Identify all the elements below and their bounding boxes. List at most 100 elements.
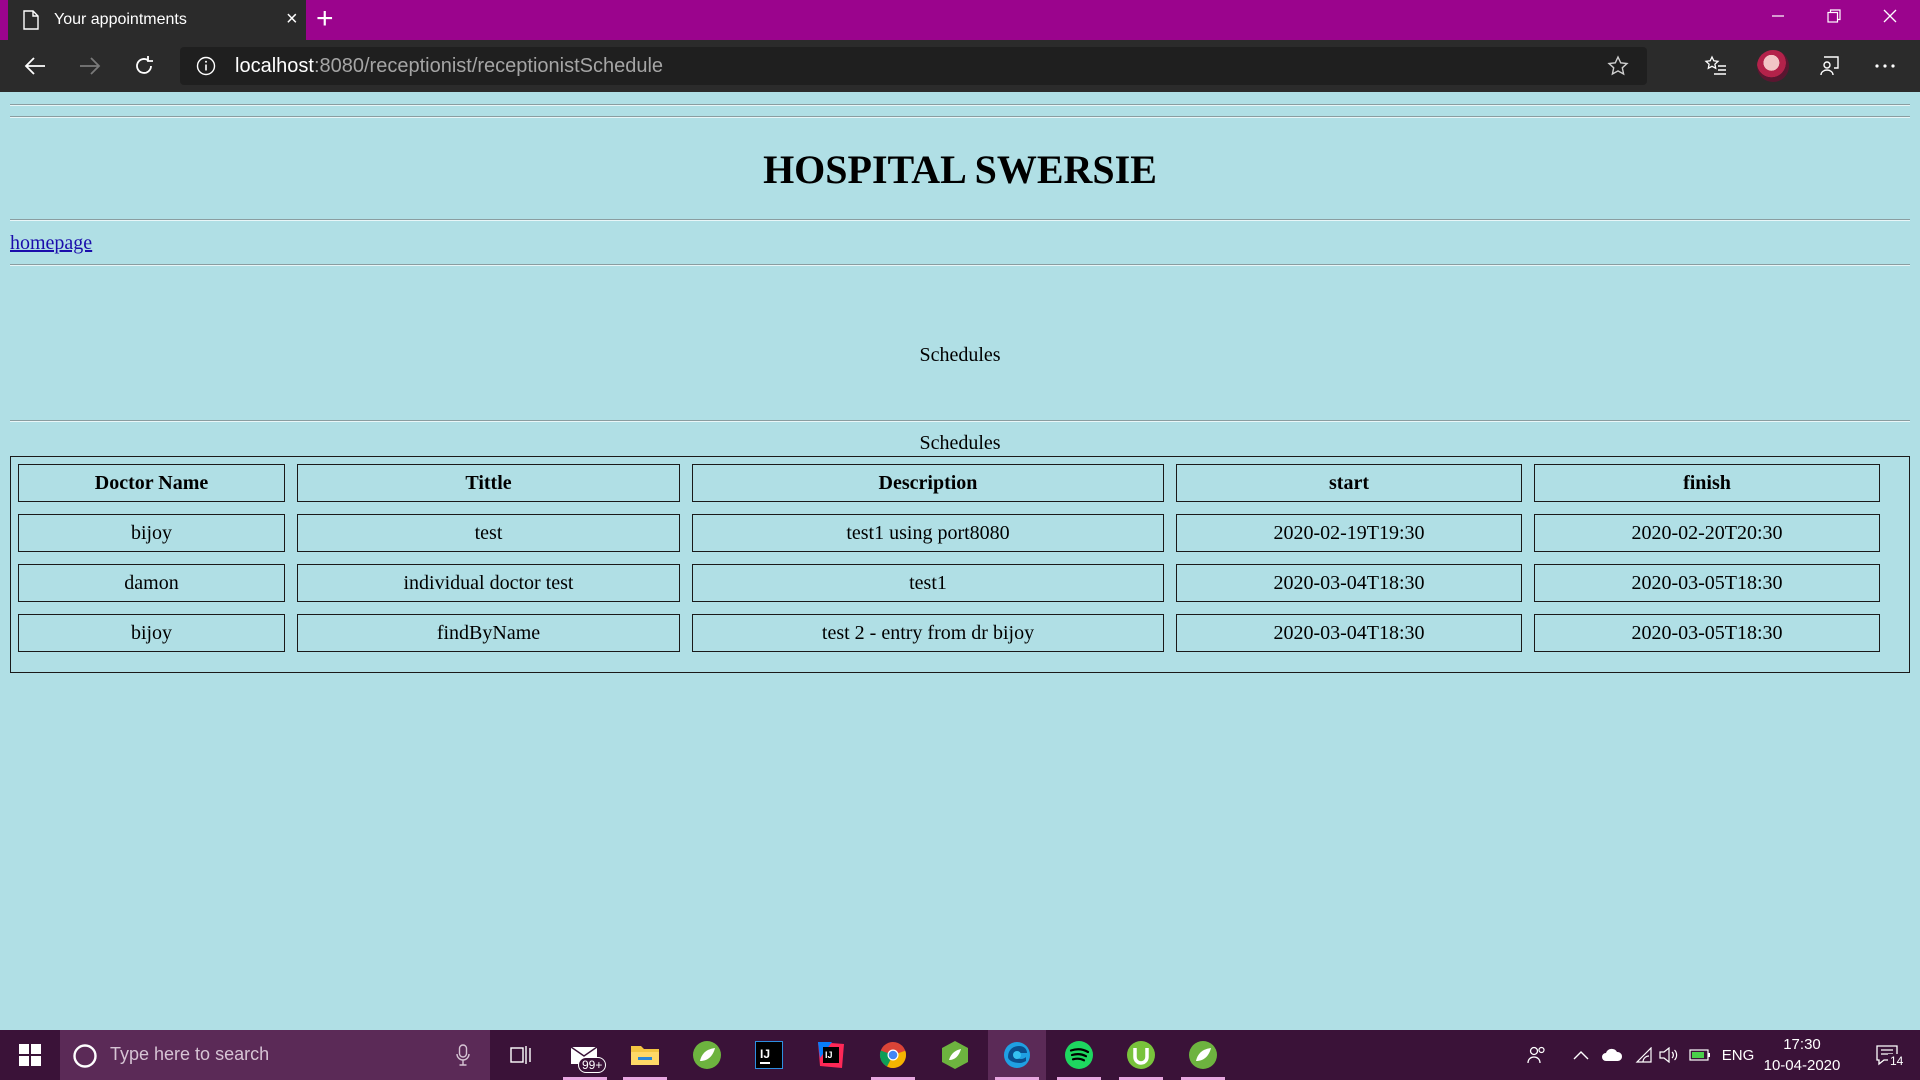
- table-header-row: Doctor Name Tittle Description start fin…: [18, 464, 1880, 502]
- cell-doctor-name: damon: [18, 564, 285, 602]
- battery-icon[interactable]: [1686, 1030, 1714, 1080]
- cell-start: 2020-02-19T19:30: [1176, 514, 1522, 552]
- url-path: :8080/receptionist/receptionistSchedule: [313, 55, 664, 77]
- edge-browser-button[interactable]: [988, 1030, 1046, 1080]
- notification-count-badge: 14: [1888, 1054, 1906, 1068]
- cell-start: 2020-03-04T18:30: [1176, 614, 1522, 652]
- favorite-star-icon[interactable]: [1607, 55, 1629, 82]
- onedrive-cloud-icon[interactable]: [1598, 1030, 1626, 1080]
- schedules-table: Doctor Name Tittle Description start fin…: [6, 452, 1892, 664]
- minimize-button[interactable]: [1750, 0, 1806, 32]
- tab-close-icon[interactable]: ×: [286, 9, 298, 29]
- chrome-button[interactable]: [864, 1030, 922, 1080]
- folder-icon: [631, 1046, 659, 1065]
- url-text[interactable]: localhost:8080/receptionist/receptionist…: [235, 55, 663, 78]
- cell-tittle: test: [297, 514, 680, 552]
- mail-unread-badge: 99+: [578, 1057, 607, 1073]
- wifi-icon[interactable]: [1630, 1030, 1656, 1080]
- spring-tool-button[interactable]: [678, 1030, 736, 1080]
- divider: [10, 104, 1910, 106]
- favorites-icon[interactable]: [1700, 50, 1732, 82]
- windows-taskbar: Type here to search 99+ IJ IJ ENG 17:30 …: [0, 1030, 1920, 1080]
- divider: [10, 116, 1910, 118]
- taskbar-clock[interactable]: 17:30 10-04-2020: [1762, 1034, 1842, 1076]
- back-button[interactable]: [19, 50, 51, 82]
- column-header-description: Description: [692, 464, 1164, 502]
- schedules-table-frame: Doctor Name Tittle Description start fin…: [10, 456, 1910, 673]
- utorrent-icon: [1127, 1041, 1155, 1069]
- spring-leaf-icon: [1189, 1041, 1217, 1069]
- utorrent-button[interactable]: [1112, 1030, 1170, 1080]
- people-icon[interactable]: [1522, 1030, 1552, 1080]
- intellij-variant-button[interactable]: IJ: [802, 1030, 860, 1080]
- start-button[interactable]: [0, 1030, 60, 1080]
- task-view-icon: [510, 1046, 531, 1064]
- spring-tool-2-button[interactable]: [926, 1030, 984, 1080]
- forward-button[interactable]: [74, 50, 106, 82]
- divider: [10, 420, 1910, 422]
- refresh-button[interactable]: [128, 50, 160, 82]
- page-title: HOSPITAL SWERSIE: [763, 147, 1157, 192]
- cell-description: test1 using port8080: [692, 514, 1164, 552]
- clock-time: 17:30: [1783, 1036, 1821, 1053]
- divider: [10, 264, 1910, 266]
- cell-doctor-name: bijoy: [18, 514, 285, 552]
- restore-button[interactable]: [1806, 0, 1862, 32]
- cell-start: 2020-03-04T18:30: [1176, 564, 1522, 602]
- edge-icon: [1004, 1042, 1030, 1068]
- new-tab-button[interactable]: +: [316, 4, 334, 34]
- intellij-icon: IJ: [755, 1041, 783, 1069]
- input-language-indicator[interactable]: ENG: [1718, 1030, 1758, 1080]
- column-header-start: start: [1176, 464, 1522, 502]
- cell-description: test 2 - entry from dr bijoy: [692, 614, 1164, 652]
- url-host: localhost: [235, 55, 314, 77]
- homepage-link[interactable]: homepage: [10, 232, 92, 255]
- profile-avatar[interactable]: [1757, 50, 1789, 82]
- search-placeholder: Type here to search: [110, 1044, 270, 1064]
- spotify-icon: [1065, 1041, 1093, 1069]
- column-header-doctor-name: Doctor Name: [18, 464, 285, 502]
- mail-app-button[interactable]: 99+: [556, 1030, 614, 1080]
- chrome-icon: [879, 1042, 906, 1068]
- address-bar[interactable]: localhost:8080/receptionist/receptionist…: [180, 47, 1647, 85]
- spring-tool-icon: [942, 1041, 968, 1069]
- page-document-icon: [22, 10, 40, 35]
- svg-text:IJ: IJ: [825, 1050, 833, 1060]
- cell-finish: 2020-03-05T18:30: [1534, 614, 1880, 652]
- clock-date: 10-04-2020: [1763, 1057, 1841, 1074]
- browser-tab[interactable]: Your appointments ×: [8, 0, 306, 40]
- table-row: bijoy test test1 using port8080 2020-02-…: [18, 514, 1880, 552]
- intellij-button[interactable]: IJ: [740, 1030, 798, 1080]
- table-row: bijoy findByName test 2 - entry from dr …: [18, 614, 1880, 652]
- cell-tittle: findByName: [297, 614, 680, 652]
- volume-icon[interactable]: [1656, 1030, 1682, 1080]
- cell-description: test1: [692, 564, 1164, 602]
- more-options-icon[interactable]: [1869, 50, 1901, 82]
- cell-doctor-name: bijoy: [18, 614, 285, 652]
- file-explorer-button[interactable]: [616, 1030, 674, 1080]
- table-row: damon individual doctor test test1 2020-…: [18, 564, 1880, 602]
- cortana-icon[interactable]: [72, 1043, 98, 1074]
- cell-finish: 2020-03-05T18:30: [1534, 564, 1880, 602]
- spotify-button[interactable]: [1050, 1030, 1108, 1080]
- task-view-button[interactable]: [492, 1030, 550, 1080]
- action-center-button[interactable]: 14: [1862, 1030, 1912, 1080]
- microphone-icon[interactable]: [456, 1044, 470, 1071]
- schedules-heading: Schedules: [919, 344, 1001, 366]
- share-feedback-icon[interactable]: [1813, 50, 1845, 82]
- browser-toolbar: localhost:8080/receptionist/receptionist…: [0, 40, 1920, 92]
- page-content: HOSPITAL SWERSIE homepage Schedules Sche…: [0, 92, 1920, 1030]
- divider: [10, 219, 1910, 221]
- windows-logo-icon: [19, 1044, 41, 1066]
- spring-app-button[interactable]: [1174, 1030, 1232, 1080]
- taskbar-search-box[interactable]: Type here to search: [60, 1030, 490, 1080]
- column-header-finish: finish: [1534, 464, 1880, 502]
- site-info-icon[interactable]: [196, 56, 216, 81]
- tab-title: Your appointments: [54, 11, 187, 28]
- close-window-button[interactable]: [1862, 0, 1918, 32]
- spring-leaf-icon: [693, 1041, 721, 1069]
- intellij-color-icon: IJ: [818, 1042, 844, 1068]
- column-header-tittle: Tittle: [297, 464, 680, 502]
- browser-title-bar: Your appointments × +: [0, 0, 1920, 40]
- show-hidden-icons-chevron-icon[interactable]: [1568, 1030, 1594, 1080]
